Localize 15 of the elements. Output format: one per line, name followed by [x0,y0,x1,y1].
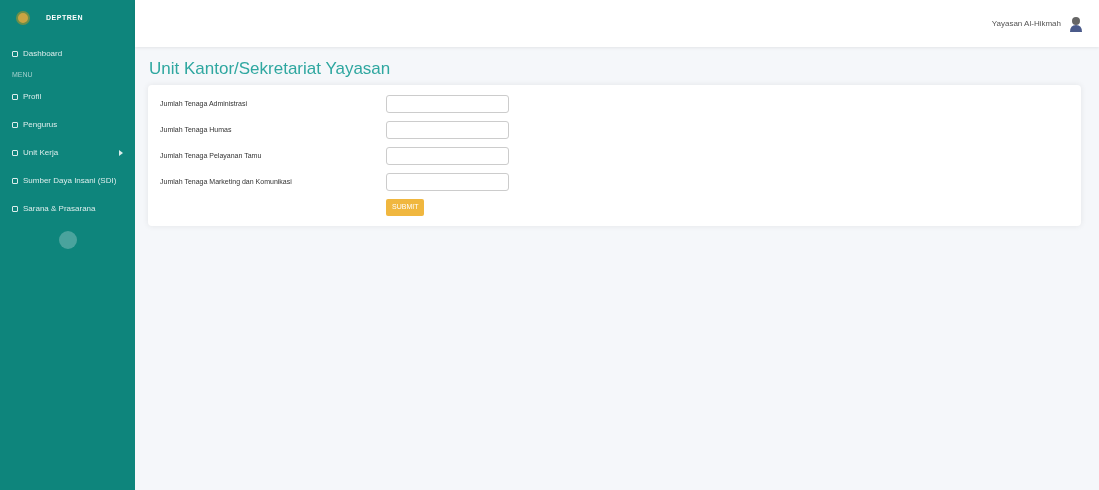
sidebar-item[interactable]: Dashboard [0,40,135,68]
input-field[interactable] [386,121,509,140]
input-field[interactable] [386,173,509,192]
page-title: Unit Kantor/Sekretariat Yayasan [149,59,392,80]
input-field[interactable] [386,147,509,166]
sidebar-item[interactable]: Sumber Daya Insani (SDI) [0,166,135,195]
sidebar-item[interactable]: Sarana & Prasarana [0,194,135,223]
sidebar-item[interactable]: Pengurus [0,110,135,139]
user-name[interactable]: Yayasan Al-Hikmah [991,17,1061,30]
sidebar-toggle-button[interactable] [58,230,77,249]
sidebar-item[interactable]: Profil [0,82,135,111]
user-avatar-icon[interactable] [1069,15,1083,32]
sidebar-item[interactable]: Unit Kerja [0,138,135,167]
logo-icon [16,11,30,25]
input-field[interactable] [386,95,509,114]
